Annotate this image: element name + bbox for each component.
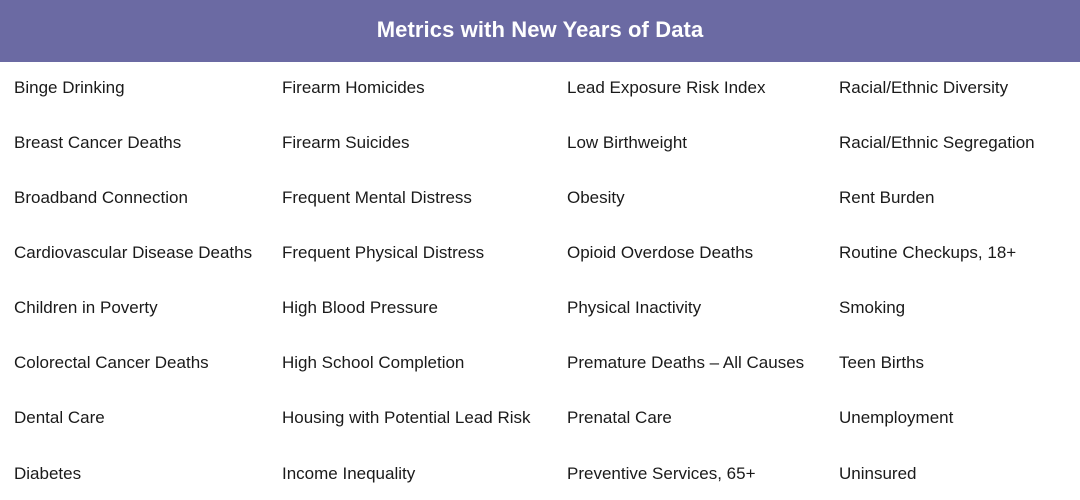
metric-item: Obesity: [567, 188, 625, 207]
metric-item: Prenatal Care: [567, 408, 672, 427]
metric-item: Firearm Homicides: [282, 78, 425, 97]
metric-item: Lead Exposure Risk Index: [567, 78, 766, 97]
metrics-grid: Binge Drinking Breast Cancer Deaths Broa…: [0, 62, 1080, 500]
metric-item: High Blood Pressure: [282, 298, 438, 317]
metric-item: Rent Burden: [839, 188, 935, 207]
metric-item: Frequent Physical Distress: [282, 243, 485, 262]
metric-item: Children in Poverty: [14, 298, 158, 317]
metric-item: Cardiovascular Disease Deaths: [14, 243, 253, 262]
header-banner: Metrics with New Years of Data: [0, 0, 1080, 62]
metric-item: Income Inequality: [282, 464, 416, 483]
metric-item: Diabetes: [14, 464, 82, 483]
metric-item: Preventive Services, 65+: [567, 464, 756, 483]
metric-item: Frequent Mental Distress: [282, 188, 472, 207]
metric-item: Premature Deaths – All Causes: [567, 353, 805, 372]
metric-item: Teen Births: [839, 353, 925, 372]
metric-item: Uninsured: [839, 464, 917, 483]
metric-item: Racial/Ethnic Segregation: [839, 133, 1035, 152]
metric-item: Binge Drinking: [14, 78, 125, 97]
metric-item: Breast Cancer Deaths: [14, 133, 182, 152]
metric-item: High School Completion: [282, 353, 465, 372]
metric-item: Broadband Connection: [14, 188, 188, 207]
page-title: Metrics with New Years of Data: [376, 16, 704, 42]
metric-item: Firearm Suicides: [282, 133, 410, 152]
metric-item: Routine Checkups, 18+: [839, 243, 1017, 262]
metric-item: Racial/Ethnic Diversity: [839, 78, 1009, 97]
metric-item: Colorectal Cancer Deaths: [14, 353, 209, 372]
metric-item: Housing with Potential Lead Risk: [282, 408, 531, 427]
metric-item: Smoking: [839, 298, 906, 317]
metric-item: Unemployment: [839, 408, 954, 427]
metric-item: Opioid Overdose Deaths: [567, 243, 754, 262]
metric-item: Dental Care: [14, 408, 105, 427]
metric-item: Physical Inactivity: [567, 298, 702, 317]
metric-item: Low Birthweight: [567, 133, 688, 152]
